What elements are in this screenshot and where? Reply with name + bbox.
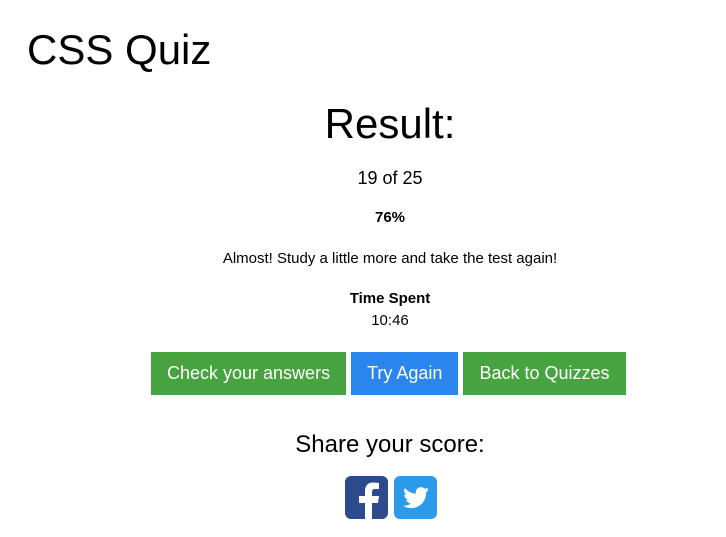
time-spent-value: 10:46 (371, 312, 409, 329)
time-spent-label: Time Spent (349, 290, 431, 307)
check-answers-button[interactable]: Check your answers (151, 352, 347, 395)
back-to-quizzes-button[interactable]: Back to Quizzes (463, 352, 626, 395)
page-title: CSS Quiz (27, 26, 212, 73)
try-again-button[interactable]: Try Again (351, 352, 459, 395)
twitter-icon[interactable] (394, 476, 437, 519)
facebook-icon[interactable] (345, 476, 388, 519)
result-panel: Result: 19 of 25 76% Almost! Study a lit… (0, 98, 726, 331)
result-heading: Result: (324, 100, 456, 147)
quiz-result-page: CSS Quiz Result: 19 of 25 76% Almost! St… (0, 0, 726, 537)
action-buttons: Check your answers Try Again Back to Qui… (151, 352, 626, 395)
result-message: Almost! Study a little more and take the… (222, 250, 558, 267)
score-text: 19 of 25 (357, 168, 423, 188)
percent-text: 76% (374, 209, 406, 226)
share-heading: Share your score: (295, 431, 485, 458)
social-share-buttons (345, 476, 437, 519)
